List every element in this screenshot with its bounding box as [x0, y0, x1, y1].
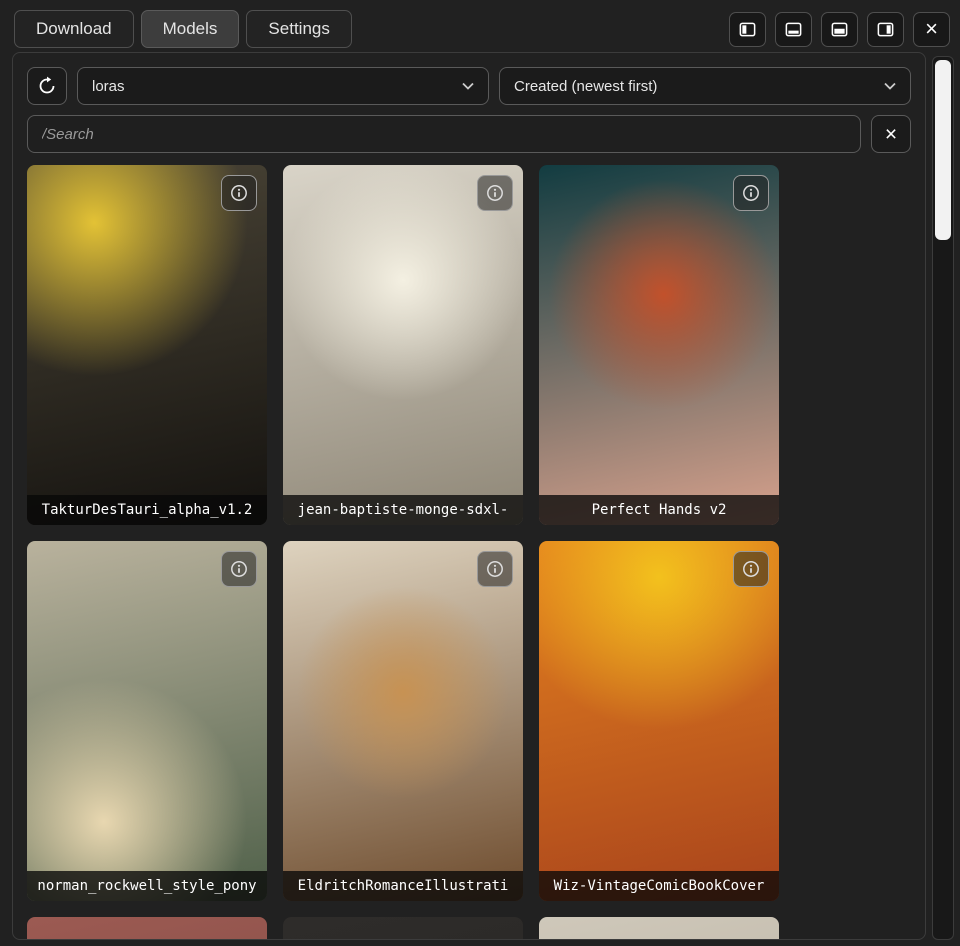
info-icon: [485, 183, 505, 203]
tab-download[interactable]: Download: [14, 10, 134, 48]
model-thumbnail: [283, 917, 523, 940]
model-thumbnail: [283, 541, 523, 901]
info-icon: [229, 559, 249, 579]
panel-bottom-icon: [784, 20, 803, 39]
model-thumbnail: [539, 917, 779, 940]
model-card[interactable]: Wiz-VintageComicBookCover: [539, 541, 779, 901]
sort-order-select[interactable]: Created (newest first): [499, 67, 911, 105]
refresh-icon: [37, 76, 57, 96]
toolbar: loras Created (newest first): [27, 67, 911, 105]
tab-models[interactable]: Models: [141, 10, 240, 48]
info-button[interactable]: [477, 175, 513, 211]
model-type-value: loras: [92, 78, 125, 95]
info-icon: [485, 559, 505, 579]
model-card[interactable]: EldritchRomanceIllustrati: [283, 541, 523, 901]
model-card-grid: TakturDesTauri_alpha_v1.2 jean-baptiste-…: [27, 165, 911, 940]
app-window: Download Models Settings: [0, 0, 960, 946]
panel-bottom-fill-icon: [830, 20, 849, 39]
search-row: ×: [27, 115, 911, 153]
model-thumbnail: [539, 541, 779, 901]
model-thumbnail: [27, 165, 267, 525]
model-name: jean-baptiste-monge-sdxl-: [283, 495, 523, 525]
chevron-down-icon: [462, 82, 474, 90]
info-icon: [741, 559, 761, 579]
model-name: EldritchRomanceIllustrati: [283, 871, 523, 901]
panel-left-icon: [738, 20, 757, 39]
tab-bar: Download Models Settings: [14, 9, 950, 49]
close-icon: ×: [925, 18, 938, 40]
model-card-partial[interactable]: [27, 917, 267, 940]
model-card[interactable]: Perfect Hands v2: [539, 165, 779, 525]
tab-download-label: Download: [36, 19, 112, 39]
model-card-partial[interactable]: [539, 917, 779, 940]
layout-panel-bottom-fill-button[interactable]: [821, 12, 858, 47]
scrollbar-track[interactable]: [932, 56, 954, 940]
model-name: TakturDesTauri_alpha_v1.2: [27, 495, 267, 525]
model-name: norman_rockwell_style_pony: [27, 871, 267, 901]
model-thumbnail: [27, 541, 267, 901]
chevron-down-icon: [884, 82, 896, 90]
close-button[interactable]: ×: [913, 12, 950, 47]
layout-panel-bottom-button[interactable]: [775, 12, 812, 47]
info-button[interactable]: [221, 551, 257, 587]
model-thumbnail: [283, 165, 523, 525]
clear-search-button[interactable]: ×: [871, 115, 911, 153]
model-name: Perfect Hands v2: [539, 495, 779, 525]
layout-panel-left-button[interactable]: [729, 12, 766, 47]
search-input[interactable]: [27, 115, 861, 153]
model-thumbnail: [27, 917, 267, 940]
models-panel: loras Created (newest first) ×: [12, 52, 926, 940]
layout-panel-right-button[interactable]: [867, 12, 904, 47]
model-card[interactable]: norman_rockwell_style_pony: [27, 541, 267, 901]
tab-settings-label: Settings: [268, 19, 329, 39]
info-button[interactable]: [733, 551, 769, 587]
model-name: Wiz-VintageComicBookCover: [539, 871, 779, 901]
info-icon: [741, 183, 761, 203]
tab-models-label: Models: [163, 19, 218, 39]
model-thumbnail: [539, 165, 779, 525]
model-card[interactable]: jean-baptiste-monge-sdxl-: [283, 165, 523, 525]
info-button[interactable]: [733, 175, 769, 211]
scrollbar-thumb[interactable]: [935, 60, 951, 240]
info-button[interactable]: [477, 551, 513, 587]
tab-settings[interactable]: Settings: [246, 10, 351, 48]
model-card-partial[interactable]: [283, 917, 523, 940]
info-icon: [229, 183, 249, 203]
panel-right-icon: [876, 20, 895, 39]
model-card[interactable]: TakturDesTauri_alpha_v1.2: [27, 165, 267, 525]
sort-order-value: Created (newest first): [514, 78, 657, 95]
info-button[interactable]: [221, 175, 257, 211]
close-icon: ×: [885, 124, 897, 145]
model-type-select[interactable]: loras: [77, 67, 489, 105]
refresh-button[interactable]: [27, 67, 67, 105]
